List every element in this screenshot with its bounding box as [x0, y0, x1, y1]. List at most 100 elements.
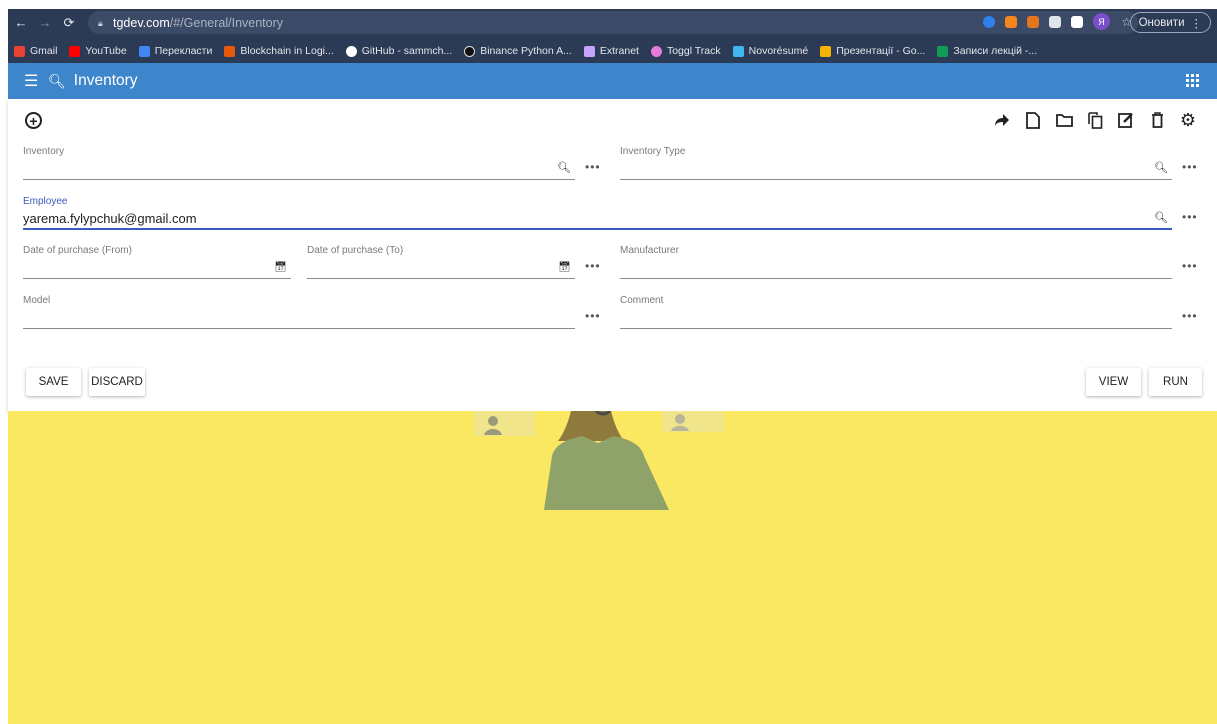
new-file-icon[interactable] [1024, 111, 1042, 129]
toolbar: ⚙ [993, 110, 1197, 130]
bookmark-binance[interactable]: Binance Python A... [464, 45, 572, 57]
address-row: ← → ⟳ 🔒︎ tgdev.com /#/General/Inventory … [8, 9, 1217, 36]
folder-icon[interactable] [1055, 111, 1073, 129]
copy-icon[interactable] [1086, 111, 1104, 129]
bookmark-lectures[interactable]: Записи лекцій -... [937, 45, 1037, 57]
model-field[interactable]: Model [23, 295, 575, 329]
field-underline [620, 328, 1172, 329]
novoresume-icon [732, 45, 744, 57]
apps-grid-icon[interactable] [1186, 74, 1199, 87]
bookmark-github[interactable]: GitHub - sammch... [345, 45, 453, 57]
date-more-icon[interactable]: ••• [585, 259, 601, 273]
add-circle-icon[interactable]: + [25, 112, 42, 129]
update-label: Оновити [1138, 16, 1185, 29]
extension-blue-icon[interactable] [983, 15, 995, 28]
page-title: Inventory [73, 72, 138, 89]
comment-more-icon[interactable]: ••• [1182, 309, 1198, 323]
bookmarks-bar: Gmail YouTube Перекласти Blockchain in L… [8, 40, 1217, 62]
profile-avatar[interactable]: Я [1093, 13, 1110, 30]
manufacturer-label: Manufacturer [620, 245, 679, 256]
date-from-field[interactable]: Date of purchase (From) 📅︎ [23, 245, 291, 279]
bookmark-label: Extranet [599, 45, 639, 57]
field-underline [307, 278, 575, 279]
inventory-type-field[interactable]: Inventory Type 🔍︎ [620, 146, 1172, 180]
toggl-icon [650, 45, 662, 57]
bookmark-translate[interactable]: Перекласти [138, 45, 213, 57]
extensions-puzzle-icon[interactable] [1049, 15, 1061, 28]
date-to-label: Date of purchase (To) [307, 245, 404, 256]
manufacturer-more-icon[interactable]: ••• [1182, 259, 1198, 273]
field-underline [23, 179, 575, 180]
bookmark-toggl[interactable]: Toggl Track [650, 45, 721, 57]
delete-icon[interactable] [1148, 111, 1166, 129]
extensions-bar: Я [983, 13, 1110, 30]
inventory-type-more-icon[interactable]: ••• [1182, 160, 1198, 174]
comment-field[interactable]: Comment [620, 295, 1172, 329]
employee-more-icon[interactable]: ••• [1182, 210, 1198, 224]
google-drive-icon [820, 45, 832, 57]
bookmark-label: Gmail [30, 45, 58, 57]
view-button[interactable]: VIEW [1086, 368, 1141, 396]
run-button[interactable]: RUN [1149, 368, 1202, 396]
search-icon[interactable]: 🔍︎ [1154, 211, 1168, 224]
inventory-more-icon[interactable]: ••• [585, 160, 601, 174]
date-to-field[interactable]: Date of purchase (To) 📅︎ [307, 245, 575, 279]
back-icon[interactable]: ← [10, 12, 32, 34]
bookmark-novoresume[interactable]: Novorésumé [732, 45, 809, 57]
binance-icon [464, 45, 476, 57]
bookmark-youtube[interactable]: YouTube [69, 45, 127, 57]
manufacturer-field[interactable]: Manufacturer [620, 245, 1172, 279]
edit-icon[interactable] [1117, 111, 1135, 129]
search-icon[interactable]: 🔍︎ [1154, 161, 1168, 174]
model-more-icon[interactable]: ••• [585, 309, 601, 323]
inventory-field[interactable]: Inventory 🔍︎ [23, 146, 575, 180]
field-underline [23, 278, 291, 279]
bookmark-label: Novorésumé [748, 45, 809, 57]
gmail-icon [14, 45, 25, 57]
side-panel-icon[interactable] [1071, 15, 1083, 28]
calendar-icon[interactable]: 📅︎ [558, 262, 571, 273]
search-icon[interactable]: 🔍︎ [557, 161, 571, 174]
kebab-menu-icon: ⋮ [1190, 17, 1203, 30]
search-icon[interactable]: 🔍︎ [48, 73, 66, 90]
inventory-label: Inventory [23, 146, 65, 157]
hamburger-menu-icon[interactable]: ☰ [24, 71, 40, 91]
extension-metamask-icon[interactable] [1005, 15, 1017, 28]
comment-label: Comment [620, 295, 664, 306]
filter-form: + ⚙ Inventory 🔍︎ ••• Inventory Type 🔍︎ •… [8, 99, 1217, 411]
reload-icon[interactable]: ⟳ [58, 12, 80, 34]
youtube-icon [69, 45, 81, 57]
field-underline [620, 278, 1172, 279]
discard-button[interactable]: DISCARD [89, 368, 145, 396]
url-path: /#/General/Inventory [169, 15, 284, 30]
employee-label: Employee [23, 196, 68, 207]
employee-field[interactable]: Employee yarema.fylypchuk@gmail.com 🔍︎ [23, 196, 1172, 230]
bookmark-label: YouTube [85, 45, 127, 57]
people-illustration [474, 411, 724, 510]
address-bar[interactable]: 🔒︎ tgdev.com /#/General/Inventory ⇪ ☆ [88, 11, 1138, 34]
background-illustration [8, 411, 1217, 724]
employee-value: yarema.fylypchuk@gmail.com [23, 211, 197, 226]
share-arrow-icon[interactable] [993, 111, 1011, 129]
bookmark-gmail[interactable]: Gmail [14, 45, 57, 57]
bookmark-extranet[interactable]: Extranet [583, 45, 639, 57]
app-bar: ☰ 🔍︎ Inventory [8, 63, 1217, 99]
update-browser-button[interactable]: Оновити ⋮ [1129, 12, 1211, 33]
lock-icon: 🔒︎ [98, 17, 103, 28]
bookmark-label: Перекласти [154, 45, 213, 57]
forward-icon[interactable]: → [34, 12, 56, 34]
extranet-icon [583, 45, 595, 57]
extension-fox-icon[interactable] [1027, 15, 1039, 28]
blockchain-icon [224, 45, 236, 57]
google-drive-icon [937, 45, 949, 57]
bookmark-label: Записи лекцій -... [953, 45, 1038, 57]
save-button[interactable]: SAVE [26, 368, 81, 396]
field-underline [620, 179, 1172, 180]
settings-gear-icon[interactable]: ⚙ [1179, 110, 1197, 130]
field-underline [23, 328, 575, 329]
bookmark-presentations[interactable]: Презентації - Go... [820, 45, 925, 57]
bookmark-blockchain[interactable]: Blockchain in Logi... [224, 45, 334, 57]
url-host: tgdev.com [113, 15, 170, 30]
calendar-icon[interactable]: 📅︎ [274, 262, 287, 273]
bookmark-label: GitHub - sammch... [361, 45, 453, 57]
